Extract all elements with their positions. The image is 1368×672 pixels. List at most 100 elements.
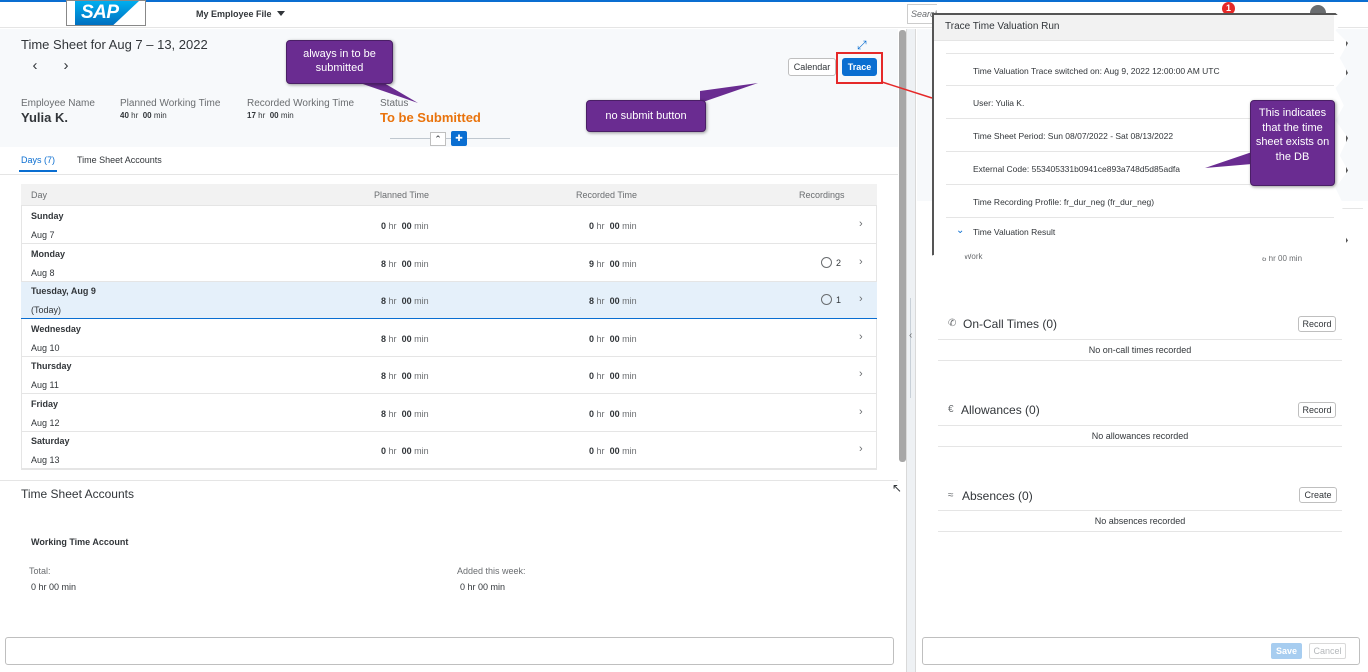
table-row[interactable]: Sunday Aug 7 0 hr 00 min 0 hr 00 min ›: [21, 207, 877, 244]
row-recordings-count: 2: [836, 257, 842, 268]
callout-status: always in to be submitted: [286, 40, 393, 84]
mouse-cursor-icon: ↖: [892, 481, 903, 495]
absences-title: Absences (0): [962, 489, 1033, 503]
row-planned-time: 8 hr 00 min: [381, 333, 429, 344]
row-day: Friday: [31, 398, 59, 409]
column-header-planned: Planned Time: [374, 190, 430, 200]
callout-db: This indicates that the time sheet exist…: [1250, 100, 1335, 186]
clock-icon: [821, 256, 832, 268]
absences-empty-text: No absences recorded: [938, 510, 1342, 532]
row-date: Aug 13: [31, 455, 60, 465]
recorded-working-time-value: 17 hr 00 min: [247, 111, 294, 120]
total-value: 0 hr 00 min: [31, 582, 77, 592]
allowance-icon: €: [948, 404, 954, 415]
row-planned-time: 8 hr 00 min: [381, 258, 429, 269]
row-recorded-time: 0 hr 00 min: [589, 408, 637, 419]
row-day: Tuesday, Aug 9: [31, 286, 96, 296]
table-row[interactable]: Wednesday Aug 10 8 hr 00 min 0 hr 00 min ›: [21, 320, 877, 357]
status-value: To be Submitted: [380, 110, 481, 125]
next-week-icon[interactable]: ›: [59, 58, 73, 74]
callout-submit: no submit button: [586, 100, 706, 132]
employee-name-label: Employee Name: [21, 98, 95, 109]
row-date: Aug 11: [31, 380, 59, 390]
callout-tail: [1205, 152, 1252, 168]
calendar-button[interactable]: Calendar: [788, 58, 836, 76]
collapse-header-icon[interactable]: ⌃: [430, 132, 446, 146]
planned-working-time-value: 40 hr 00 min: [120, 111, 167, 120]
table-row[interactable]: Tuesday, Aug 9 (Today) 8 hr 00 min 8 hr 00 …: [21, 282, 877, 319]
panel-splitter[interactable]: [906, 29, 916, 672]
left-footer-bar: [5, 637, 894, 665]
row-day: Saturday: [31, 436, 70, 446]
tab-days[interactable]: Days (7): [21, 155, 55, 165]
table-header: [21, 184, 877, 206]
chevron-right-icon[interactable]: ›: [859, 331, 863, 343]
row-day: Sunday: [31, 211, 64, 221]
trace-connector-line: [881, 81, 933, 99]
row-recordings: 1: [821, 294, 841, 305]
row-planned-time: 8 hr 00 min: [381, 296, 429, 306]
row-recorded-time: 9 hr 00 min: [589, 258, 637, 269]
cancel-button[interactable]: Cancel: [1309, 643, 1346, 659]
chevron-right-icon[interactable]: ›: [859, 406, 863, 418]
previous-week-icon[interactable]: ‹: [28, 58, 42, 74]
trace-line: Time Recording Profile: fr_dur_neg (fr_d…: [946, 185, 1334, 218]
row-recorded-time: 8 hr 00 min: [589, 296, 637, 306]
planned-working-time-label: Planned Working Time: [120, 98, 221, 109]
added-this-week-value: 0 hr 00 min: [460, 582, 506, 592]
row-date: Aug 10: [31, 342, 60, 353]
row-date: (Today): [31, 305, 62, 315]
fullscreen-icon[interactable]: ⤢: [857, 38, 869, 52]
row-date: Aug 12: [31, 417, 60, 428]
section-divider: [0, 480, 898, 481]
record-on-call-button[interactable]: Record: [1298, 316, 1336, 332]
row-recorded-time: 0 hr 00 min: [589, 333, 637, 344]
table-row[interactable]: Saturday Aug 13 0 hr 00 min 0 hr 00 min ›: [21, 432, 877, 469]
record-allowance-button[interactable]: Record: [1298, 402, 1336, 418]
trace-popup-title: Trace Time Valuation Run: [945, 21, 1060, 32]
page-title: Time Sheet for Aug 7 – 13, 2022: [21, 37, 208, 52]
row-recorded-time: 0 hr 00 min: [589, 221, 637, 231]
chevron-right-icon[interactable]: ›: [859, 443, 863, 455]
pin-icon[interactable]: ✚: [451, 131, 467, 146]
trace-line: Time Valuation Trace switched on: Aug 9,…: [946, 53, 1334, 86]
chevron-right-icon[interactable]: ›: [859, 256, 863, 268]
row-date: Aug 8: [31, 267, 55, 278]
column-header-recorded: Recorded Time: [576, 190, 638, 200]
table-row[interactable]: Thursday Aug 11 8 hr 00 min 0 hr 00 min ›: [21, 357, 877, 394]
row-day: Thursday: [31, 361, 72, 371]
create-absence-button[interactable]: Create: [1299, 487, 1337, 503]
save-button[interactable]: Save: [1271, 643, 1302, 659]
added-this-week-label: Added this week:: [457, 566, 526, 576]
accounts-section-title: Time Sheet Accounts: [21, 487, 134, 501]
chevron-right-icon[interactable]: ›: [859, 293, 863, 305]
chevron-right-icon[interactable]: ›: [859, 218, 863, 230]
row-day: Wednesday: [31, 323, 81, 334]
callout-tail: [700, 83, 758, 103]
chevron-right-icon[interactable]: ›: [859, 368, 863, 380]
row-day: Monday: [31, 248, 66, 259]
row-recorded-time: 0 hr 00 min: [589, 371, 637, 381]
app-menu-button[interactable]: My Employee File: [196, 9, 285, 19]
chevron-left-icon[interactable]: ‹: [909, 330, 912, 341]
app-menu-label: My Employee File: [196, 9, 272, 19]
row-planned-time: 0 hr 00 min: [381, 221, 429, 231]
working-time-account-title: Working Time Account: [31, 537, 129, 547]
employee-name: Yulia K.: [21, 110, 68, 125]
tab-time-sheet-accounts[interactable]: Time Sheet Accounts: [77, 155, 162, 165]
allowances-title: Allowances (0): [961, 403, 1040, 417]
table-row[interactable]: Friday Aug 12 8 hr 00 min 0 hr 00 min ›: [21, 395, 877, 432]
clock-icon: [821, 294, 832, 305]
row-recordings: 2: [821, 256, 842, 268]
column-header-day: Day: [31, 190, 48, 200]
splitter-grip: [910, 298, 911, 398]
table-row[interactable]: Monday Aug 8 8 hr 00 min 9 hr 00 min 2 ›: [21, 245, 877, 282]
tab-selected-indicator: [19, 170, 57, 172]
header-divider: [390, 138, 510, 139]
callout-tail: [360, 83, 418, 103]
row-recorded-time: 0 hr 00 min: [589, 446, 637, 456]
total-label: Total:: [29, 566, 51, 576]
trace-result-toggle[interactable]: Time Valuation Result: [946, 222, 1334, 242]
chevron-down-icon[interactable]: ⌄: [956, 225, 964, 236]
sap-logo[interactable]: SAP: [66, 0, 146, 26]
